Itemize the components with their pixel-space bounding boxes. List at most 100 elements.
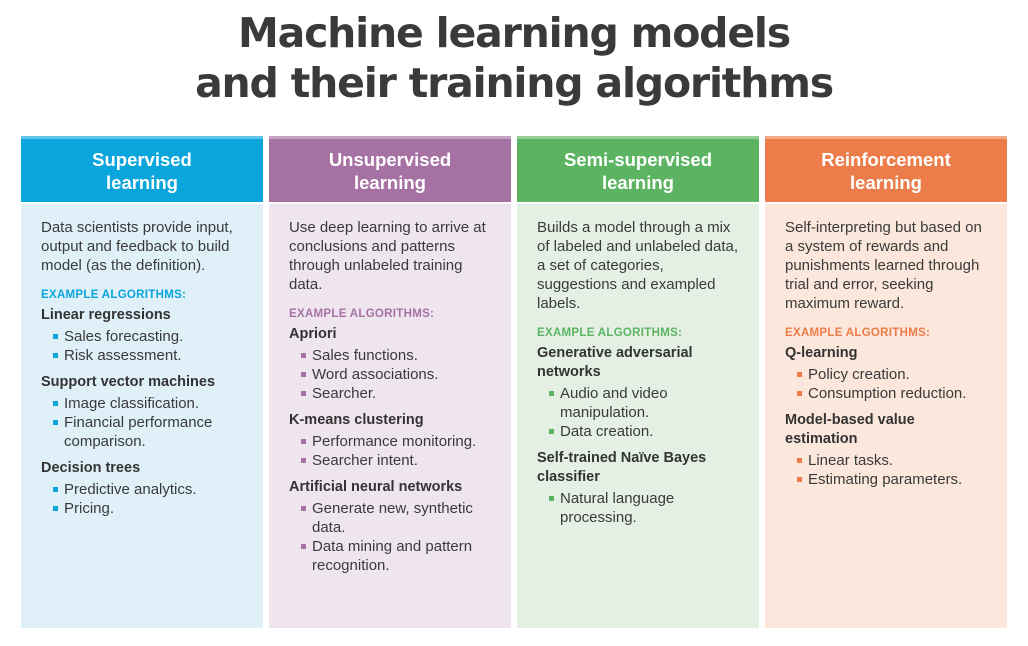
algorithm-group: Q-learning Policy creation. Consumption re… [785, 344, 989, 403]
column-description: Builds a model through a mix of labeled … [537, 219, 739, 312]
use-case-item: Data mining and pattern recognition. [301, 537, 493, 575]
use-case-text: Data mining and pattern recognition. [312, 538, 473, 574]
algorithm-group: Linear regressions Sales forecasting. Risk… [41, 306, 245, 365]
use-case-list: Policy creation. Consumption reduction. [785, 365, 989, 403]
use-case-item: Audio and video manipulation. [549, 384, 741, 422]
square-bullet-icon [301, 353, 306, 358]
use-case-text: Linear tasks. [808, 452, 894, 469]
column-header: Supervised learning [21, 136, 263, 202]
use-case-item: Performance monitoring. [301, 432, 493, 451]
column-description: Use deep learning to arrive at conclusio… [289, 219, 486, 293]
use-case-text: Generate new, synthetic data. [312, 500, 473, 536]
algorithm-name: Q-learning [785, 345, 858, 361]
column-semi-supervised: Semi-supervised learning Builds a model t… [517, 136, 759, 628]
use-case-item: Generate new, synthetic data. [301, 499, 493, 537]
algorithm-group: Model-based value estimation Linear tasks… [785, 411, 989, 489]
algorithm-name: Support vector machines [41, 374, 216, 390]
algorithm-group: Generative adversarial networks Audio and… [537, 344, 741, 441]
column-body: Data scientists provide input, output an… [21, 202, 263, 628]
page-title: Machine learning models and their traini… [0, 8, 1028, 108]
use-case-item: Policy creation. [797, 365, 989, 384]
use-case-item: Consumption reduction. [797, 384, 989, 403]
use-case-text: Pricing. [64, 500, 115, 517]
algorithm-name: Linear regressions [41, 307, 171, 323]
example-algorithms-label: EXAMPLE ALGORITHMS: [785, 327, 931, 339]
use-case-item: Searcher intent. [301, 451, 493, 470]
column-header-label: Supervised learning [92, 148, 192, 193]
example-algorithms-label: EXAMPLE ALGORITHMS: [41, 289, 187, 301]
square-bullet-icon [301, 544, 306, 549]
use-case-item: Sales forecasting. [53, 327, 245, 346]
column-header: Unsupervised learning [269, 136, 511, 202]
title-line-1: Machine learning models [238, 9, 791, 57]
algorithm-group: Artificial neural networks Generate new, … [289, 478, 493, 575]
use-case-text: Estimating parameters. [808, 471, 963, 488]
use-case-text: Sales functions. [312, 347, 418, 364]
use-case-text: Word associations. [312, 366, 439, 383]
square-bullet-icon [797, 477, 802, 482]
use-case-item: Estimating parameters. [797, 470, 989, 489]
algorithm-group: K-means clustering Performance monitoring… [289, 411, 493, 470]
column-header-label: Unsupervised learning [328, 148, 452, 193]
square-bullet-icon [797, 372, 802, 377]
use-case-item: Pricing. [53, 499, 245, 518]
square-bullet-icon [53, 506, 58, 511]
use-case-list: Image classification. Financial performan… [41, 394, 245, 451]
use-case-item: Linear tasks. [797, 451, 989, 470]
square-bullet-icon [53, 401, 58, 406]
use-case-item: Financial performance comparison. [53, 413, 245, 451]
use-case-list: Natural language processing. [537, 489, 741, 527]
algorithm-name: Model-based value estimation [785, 412, 915, 447]
use-case-item: Searcher. [301, 384, 493, 403]
use-case-text: Natural language processing. [560, 490, 675, 526]
column-header-label: Semi-supervised learning [563, 148, 713, 193]
square-bullet-icon [53, 487, 58, 492]
use-case-item: Predictive analytics. [53, 480, 245, 499]
use-case-item: Data creation. [549, 422, 741, 441]
title-line-2: and their training algorithms [195, 59, 834, 107]
use-case-text: Policy creation. [808, 366, 910, 383]
square-bullet-icon [797, 458, 802, 463]
algorithm-group: Apriori Sales functions. Word associations… [289, 325, 493, 403]
use-case-item: Sales functions. [301, 346, 493, 365]
column-description: Self-interpreting but based on a system … [785, 219, 982, 312]
square-bullet-icon [549, 429, 554, 434]
column-header: Semi-supervised learning [517, 136, 759, 202]
use-case-text: Searcher intent. [312, 452, 418, 469]
square-bullet-icon [549, 391, 554, 396]
use-case-text: Image classification. [64, 395, 200, 412]
use-case-text: Searcher. [312, 385, 377, 402]
square-bullet-icon [53, 420, 58, 425]
use-case-text: Audio and video manipulation. [560, 385, 668, 421]
column-body: Use deep learning to arrive at conclusio… [269, 202, 511, 628]
algorithm-name: Artificial neural networks [289, 479, 463, 495]
column-header-label: Reinforcement learning [821, 148, 951, 193]
column-description: Data scientists provide input, output an… [41, 219, 233, 274]
use-case-text: Financial performance comparison. [64, 414, 213, 450]
algorithm-group: Support vector machines Image classificat… [41, 373, 245, 451]
use-case-list: Generate new, synthetic data. Data mining… [289, 499, 493, 575]
model-columns: Supervised learning Data scientists provi… [21, 136, 1007, 628]
use-case-text: Sales forecasting. [64, 328, 184, 345]
algorithm-group: Decision trees Predictive analytics. Prici… [41, 459, 245, 518]
use-case-item: Risk assessment. [53, 346, 245, 365]
use-case-text: Consumption reduction. [808, 385, 967, 402]
example-algorithms-label: EXAMPLE ALGORITHMS: [537, 327, 683, 339]
square-bullet-icon [53, 334, 58, 339]
use-case-item: Word associations. [301, 365, 493, 384]
column-reinforcement: Reinforcement learning Self-interpreting … [765, 136, 1007, 628]
use-case-text: Risk assessment. [64, 347, 182, 364]
algorithm-name: K-means clustering [289, 412, 424, 428]
square-bullet-icon [549, 496, 554, 501]
use-case-text: Data creation. [560, 423, 654, 440]
algorithm-name: Generative adversarial networks [537, 345, 693, 380]
use-case-list: Audio and video manipulation. Data creati… [537, 384, 741, 441]
column-body: Self-interpreting but based on a system … [765, 202, 1007, 628]
column-header: Reinforcement learning [765, 136, 1007, 202]
algorithm-group: Self-trained Naïve Bayes classifier Natur… [537, 449, 741, 527]
use-case-list: Sales forecasting. Risk assessment. [41, 327, 245, 365]
column-supervised: Supervised learning Data scientists provi… [21, 136, 263, 628]
column-unsupervised: Unsupervised learning Use deep learning t… [269, 136, 511, 628]
square-bullet-icon [797, 391, 802, 396]
algorithm-name: Decision trees [41, 460, 141, 476]
